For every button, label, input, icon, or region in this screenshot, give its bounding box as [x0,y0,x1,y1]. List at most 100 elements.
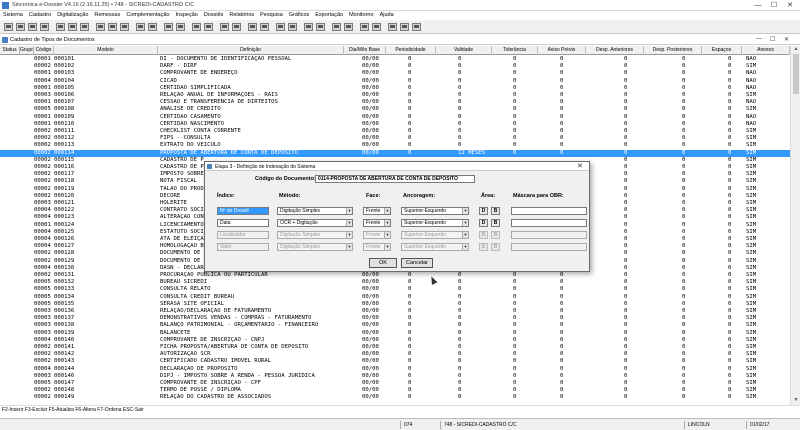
toolbar-button[interactable] [388,23,397,31]
table-row[interactable]: 00005 000134 CONSULTA CREDIT BUREAU 00/00 0 0… [0,294,790,301]
chevron-down-icon[interactable]: ▼ [462,220,468,226]
menu-dossies[interactable]: Dossiês [204,11,224,20]
ancoragem-select[interactable]: Superior-Esquerdo ▼ [401,207,469,215]
menu-complementacao[interactable]: Complementação [126,11,169,20]
toolbar-button[interactable] [4,23,13,31]
ancoragem-select[interactable]: Superior-Esquerdo ▼ [401,219,469,227]
toolbar-button[interactable] [360,23,369,31]
col-desp-anteriores[interactable]: Desp. Anteriores [586,46,644,55]
chevron-down-icon[interactable]: ▼ [346,220,352,226]
toolbar-button[interactable] [344,23,353,31]
chevron-down-icon[interactable]: ▼ [346,208,352,214]
toolbar-button[interactable] [316,23,325,31]
col-grupo[interactable]: Grupo [20,46,34,55]
toolbar-button[interactable] [288,23,297,31]
toolbar-button[interactable] [136,23,145,31]
area-clear-button[interactable]: B [491,207,500,215]
col-espacos[interactable]: Espaços [702,46,742,55]
close-icon[interactable]: ✕ [784,36,789,43]
table-row[interactable]: 00002 000111 CHECKLIST CONTA CORRENTE 00/00… [0,128,790,135]
chevron-down-icon[interactable]: ▼ [384,220,390,226]
table-row[interactable]: 00002 000143 CERTIFICADO CADASTRO IMÓVEL R… [0,358,790,365]
maximize-icon[interactable]: ☐ [768,1,780,10]
toolbar-button[interactable] [164,23,173,31]
area-define-button[interactable]: D [479,219,488,227]
toolbar-button[interactable] [176,23,185,31]
table-row[interactable]: 00003 000146 DIPJ - IMPOSTO SOBRE A RENDA … [0,373,790,380]
toolbar-button[interactable] [372,23,381,31]
col-status[interactable]: Status [0,46,20,55]
table-row[interactable]: 00001 000101 DI - DOCUMENTO DE IDENTIFICAÇ… [0,56,790,63]
menu-cadastro[interactable]: Cadastro [29,11,51,20]
scroll-thumb[interactable] [793,54,799,94]
minimize-icon[interactable]: — [756,36,762,42]
toolbar-button[interactable] [56,23,65,31]
menu-remessas[interactable]: Remessas [94,11,120,20]
menu-inspecao[interactable]: Inspeção [175,11,197,20]
toolbar-button[interactable] [232,23,241,31]
mascara-field[interactable] [511,219,587,227]
toolbar-button[interactable] [400,23,409,31]
toolbar-button[interactable] [96,23,105,31]
scroll-up-icon[interactable]: ▲ [792,46,800,53]
table-row[interactable]: 00002 000131 PROCURAÇÃO PÚBLICA OU PARTICU… [0,272,790,279]
toolbar-button[interactable] [248,23,257,31]
table-row[interactable]: 00002 000113 EXTRATO DO VEICULO 00/00 0 0 0 0 0 0… [0,142,790,149]
chevron-down-icon[interactable]: ▼ [384,208,390,214]
dialog-close-icon[interactable]: ✕ [577,162,583,171]
table-row[interactable]: 00002 000148 TERMO DE POSSE / DIPLOMA 00/00… [0,387,790,394]
menu-ajuda[interactable]: Ajuda [380,11,394,20]
toolbar-button[interactable] [260,23,269,31]
table-row[interactable]: 00005 000108 ANALISE DE CREDITO 00/00 0 0 0 0 0 0… [0,106,790,113]
table-row[interactable]: 00005 000135 SERASA SITE OFICIAL 00/00 0 0 0 0 0… [0,301,790,308]
toolbar-button[interactable] [80,23,89,31]
indice-field[interactable]: Nº do Dossiê [217,207,269,215]
table-row[interactable]: 00005 000147 COMPROVANTE DE INSCRIÇÃO - CP… [0,380,790,387]
scroll-down-icon[interactable]: ▼ [792,397,800,404]
col-anexos[interactable]: Anexos [742,46,790,55]
col-modelo[interactable]: Modelo [54,46,158,55]
menu-graficos[interactable]: Gráficos [289,11,309,20]
table-row[interactable]: 00001 000110 CERTIDAO NASCIMENTO 00/00 0 0 0 0 0… [0,121,790,128]
toolbar-button[interactable] [332,23,341,31]
area-clear-button[interactable]: B [491,219,500,227]
close-icon[interactable]: ✕ [784,1,796,10]
table-row[interactable]: 00002 000142 AUTORIZAÇÃO SCR 00/00 0 0 0 0 0 0 0 SI… [0,351,790,358]
table-row[interactable]: 00003 000136 RELAÇÃO/DECLARAÇÃO DE FATURAM… [0,308,790,315]
table-row[interactable]: 00002 000114 PROPOSTA DE ABERTURA DE CONTA… [0,149,790,157]
menu-exportacao[interactable]: Exportação [315,11,343,20]
ok-button[interactable]: OK [369,258,397,268]
cancel-button[interactable]: Cancelar [401,258,433,268]
toolbar-button[interactable] [120,23,129,31]
table-row[interactable]: 00002 000149 RELAÇÃO DO CADASTRO DE ASSOCI… [0,394,790,401]
col-validade[interactable]: Validade [436,46,492,55]
chevron-down-icon[interactable]: ▼ [462,208,468,214]
table-row[interactable]: 00004 000140 COMPROVANTE DE INSCRIÇÃO - CN… [0,337,790,344]
toolbar-button[interactable] [68,23,77,31]
mascara-field[interactable] [511,207,587,215]
toolbar-button[interactable] [192,23,201,31]
toolbar-button[interactable] [204,23,213,31]
toolbar-button[interactable] [40,23,49,31]
table-row[interactable]: 00003 000138 BALANÇO PATRIMONIAL - ORÇAMEN… [0,322,790,329]
minimize-icon[interactable]: — [752,1,764,10]
menu-monitorno[interactable]: Monitorno [349,11,373,20]
menu-relatorios[interactable]: Relatórios [229,11,254,20]
table-row[interactable]: 00001 000107 CESSÃO E TRANSFERENCIA DE DIR… [0,99,790,106]
table-row[interactable]: 00001 000109 CERTIDAO CASAMENTO 00/00 0 0 0 0 0 0… [0,114,790,121]
table-row[interactable]: 00002 000141 FICHA PROPOSTA/ABERTURA DE CO… [0,344,790,351]
toolbar-button[interactable] [16,23,25,31]
col-tolerancia[interactable]: Tolerância [492,46,538,55]
table-row[interactable]: 00002 000112 FIPS - CONSULTA 00/00 0 0 0 0 0 0 0 SI… [0,135,790,142]
menu-digitalizacao[interactable]: Digitalização [57,11,88,20]
maximize-icon[interactable]: ☐ [770,36,775,43]
table-row[interactable]: 00004 000144 DECLARAÇÃO DE PROPÓSITO 00/00 0… [0,366,790,373]
toolbar-button[interactable] [412,23,421,31]
toolbar-button[interactable] [108,23,117,31]
table-row[interactable]: 00001 000105 CERTIDAO SIMPLIFICADA 00/00 0 0 0… [0,85,790,92]
toolbar-button[interactable] [148,23,157,31]
toolbar-button[interactable] [28,23,37,31]
table-row[interactable]: 00005 000133 CONSULTA RELATO 00/00 0 0 0 0 0 0 0 SI… [0,286,790,293]
toolbar-button[interactable] [304,23,313,31]
toolbar-button[interactable] [220,23,229,31]
